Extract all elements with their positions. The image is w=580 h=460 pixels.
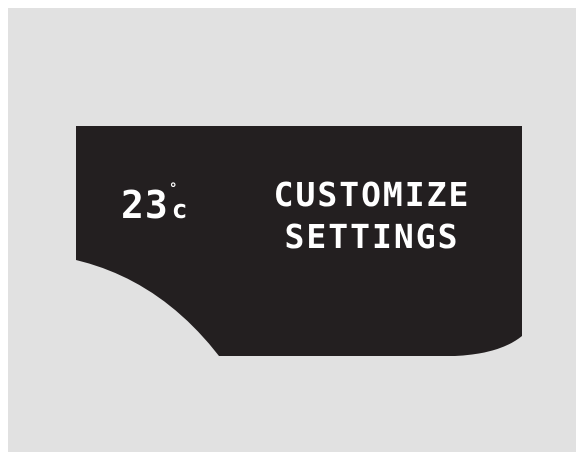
degree-symbol: ° bbox=[169, 181, 178, 197]
temperature-readout: 23 ° c bbox=[121, 182, 188, 227]
temperature-value: 23 bbox=[121, 183, 169, 227]
message-line-1: CUSTOMIZE bbox=[273, 175, 471, 214]
message-line-2: SETTINGS bbox=[284, 217, 460, 256]
display-message: CUSTOMIZE SETTINGS bbox=[244, 174, 500, 258]
cluster-display: 23 ° c CUSTOMIZE SETTINGS bbox=[0, 0, 580, 460]
temperature-unit: c bbox=[171, 195, 188, 225]
